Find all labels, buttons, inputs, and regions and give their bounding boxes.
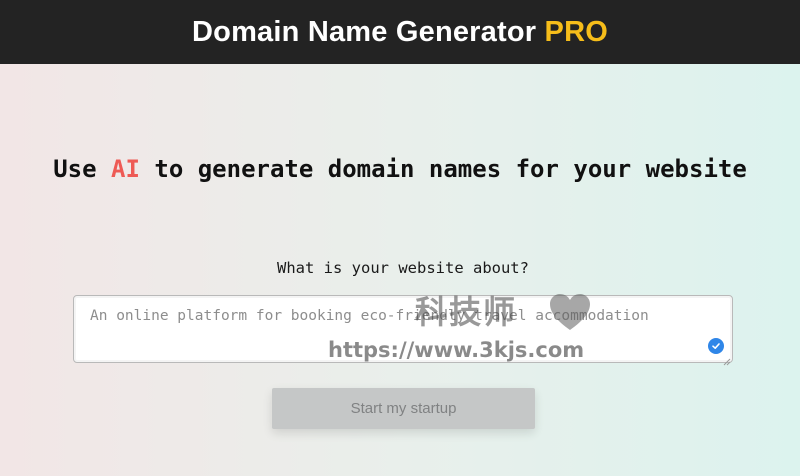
hero-headline: Use AI to generate domain names for your… — [0, 155, 800, 183]
headline-suffix: to generate domain names for your websit… — [154, 155, 747, 183]
app-title-main: Domain Name Generator — [192, 15, 537, 48]
start-startup-button[interactable]: Start my startup — [272, 388, 535, 429]
headline-prefix: Use — [53, 155, 97, 183]
app-header: Domain Name Generator PRO — [0, 0, 800, 64]
resize-handle-icon[interactable] — [723, 353, 731, 366]
headline-ai-highlight: AI — [111, 155, 140, 183]
watermark-url: https://www.3kjs.com — [328, 338, 585, 362]
heart-icon — [550, 294, 590, 330]
description-prompt-label: What is your website about? — [277, 259, 529, 277]
app-title: Domain Name Generator PRO — [192, 16, 608, 49]
watermark-text: 科技师 — [415, 293, 518, 331]
check-circle-icon — [708, 338, 724, 354]
pro-badge: PRO — [544, 15, 608, 48]
